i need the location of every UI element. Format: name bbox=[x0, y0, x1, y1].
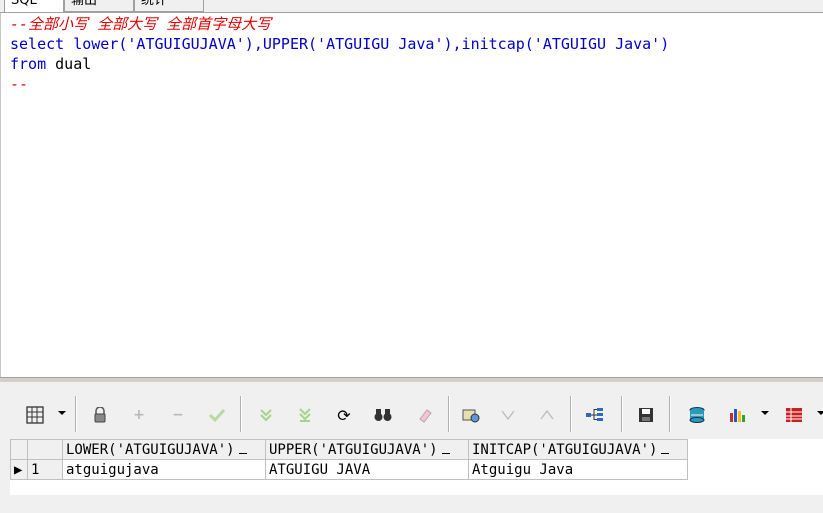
sort-icon[interactable] bbox=[661, 445, 670, 454]
header-row: LOWER('ATGUIGUJAVA') UPPER('ATGUIGUJAVA'… bbox=[10, 439, 688, 460]
editor-line-select: select lower('ATGUIGUJAVA'),UPPER('ATGUI… bbox=[10, 34, 669, 54]
column-header-label: LOWER('ATGUIGUJAVA') bbox=[66, 441, 235, 458]
check-icon[interactable] bbox=[206, 404, 228, 426]
keyword-from: from bbox=[10, 55, 47, 73]
from-table: dual bbox=[46, 55, 92, 73]
lock-icon[interactable] bbox=[89, 404, 111, 426]
arrow-down-last-icon[interactable] bbox=[294, 404, 316, 426]
tab-sql[interactable]: SQL bbox=[4, 0, 64, 12]
column-header[interactable]: UPPER('ATGUIGUJAVA') bbox=[265, 439, 469, 460]
tree-icon[interactable] bbox=[584, 404, 606, 426]
toolbar-separator bbox=[75, 396, 77, 432]
column-header[interactable]: INITCAP('ATGUIGUJAVA') bbox=[468, 439, 688, 460]
table-export-icon[interactable] bbox=[783, 404, 805, 426]
grid-icon[interactable] bbox=[24, 404, 46, 426]
arrow-down-double-icon[interactable] bbox=[255, 404, 277, 426]
sort-icon[interactable] bbox=[441, 445, 450, 454]
tab-stats[interactable]: 统计 bbox=[134, 0, 204, 12]
editor-line-comment: --全部小写 全部大写 全部首字母大写 bbox=[10, 15, 272, 33]
select-expression: lower('ATGUIGUJAVA'),UPPER('ATGUIGU Java… bbox=[64, 35, 670, 53]
results-toolbar: + − ⟳ bbox=[0, 392, 823, 436]
triangle-down-icon[interactable] bbox=[497, 404, 519, 426]
column-header-label: INITCAP('ATGUIGUJAVA') bbox=[472, 441, 658, 458]
bar-chart-icon[interactable] bbox=[726, 404, 748, 426]
result-table: LOWER('ATGUIGUJAVA') UPPER('ATGUIGUJAVA'… bbox=[10, 439, 688, 480]
chevron-down-icon[interactable] bbox=[817, 411, 823, 415]
table-cell[interactable]: ATGUIGU JAVA bbox=[265, 459, 469, 480]
keyword-select: select bbox=[10, 35, 65, 53]
database-icon[interactable] bbox=[686, 404, 708, 426]
toolbar-separator bbox=[669, 396, 671, 432]
refresh-icon[interactable]: ⟳ bbox=[333, 404, 355, 426]
sql-editor[interactable]: --全部小写 全部大写 全部首字母大写 select lower('ATGUIG… bbox=[0, 13, 823, 377]
result-grid: LOWER('ATGUIGUJAVA') UPPER('ATGUIGUJAVA'… bbox=[10, 439, 823, 495]
row-number: 1 bbox=[27, 459, 63, 480]
query-icon[interactable] bbox=[460, 404, 482, 426]
tab-strip: SQL 输出 统计 bbox=[0, 0, 823, 13]
chevron-down-icon[interactable] bbox=[761, 411, 769, 415]
minus-icon[interactable]: − bbox=[167, 404, 189, 426]
toolbar-separator bbox=[240, 396, 242, 432]
eraser-icon[interactable] bbox=[414, 404, 436, 426]
results-panel: + − ⟳ LOWER('ATGUIGUJAVA') UPPER('ATGUIG… bbox=[0, 382, 823, 513]
table-row[interactable]: ▶ 1 atguigujava ATGUIGU JAVA Atguigu Jav… bbox=[10, 459, 688, 480]
table-cell[interactable]: atguigujava bbox=[62, 459, 266, 480]
triangle-up-icon[interactable] bbox=[536, 404, 558, 426]
editor-line-dash: -- bbox=[10, 75, 29, 93]
column-header-label: UPPER('ATGUIGUJAVA') bbox=[269, 441, 438, 458]
plus-icon[interactable]: + bbox=[128, 404, 150, 426]
corner-cell bbox=[10, 439, 28, 460]
row-indicator[interactable]: ▶ bbox=[10, 459, 28, 480]
row-pointer-icon: ▶ bbox=[14, 461, 23, 478]
column-header[interactable]: LOWER('ATGUIGUJAVA') bbox=[62, 439, 266, 460]
editor-line-from: from dual bbox=[10, 54, 91, 74]
toolbar-separator bbox=[621, 396, 623, 432]
rownum-header bbox=[27, 439, 63, 460]
chevron-down-icon[interactable] bbox=[58, 411, 66, 415]
binoculars-icon[interactable] bbox=[372, 404, 394, 426]
table-cell[interactable]: Atguigu Java bbox=[468, 459, 688, 480]
toolbar-separator bbox=[448, 396, 450, 432]
tab-output[interactable]: 输出 bbox=[64, 0, 134, 12]
save-icon[interactable] bbox=[635, 404, 657, 426]
sort-icon[interactable] bbox=[238, 445, 247, 454]
toolbar-separator bbox=[570, 396, 572, 432]
